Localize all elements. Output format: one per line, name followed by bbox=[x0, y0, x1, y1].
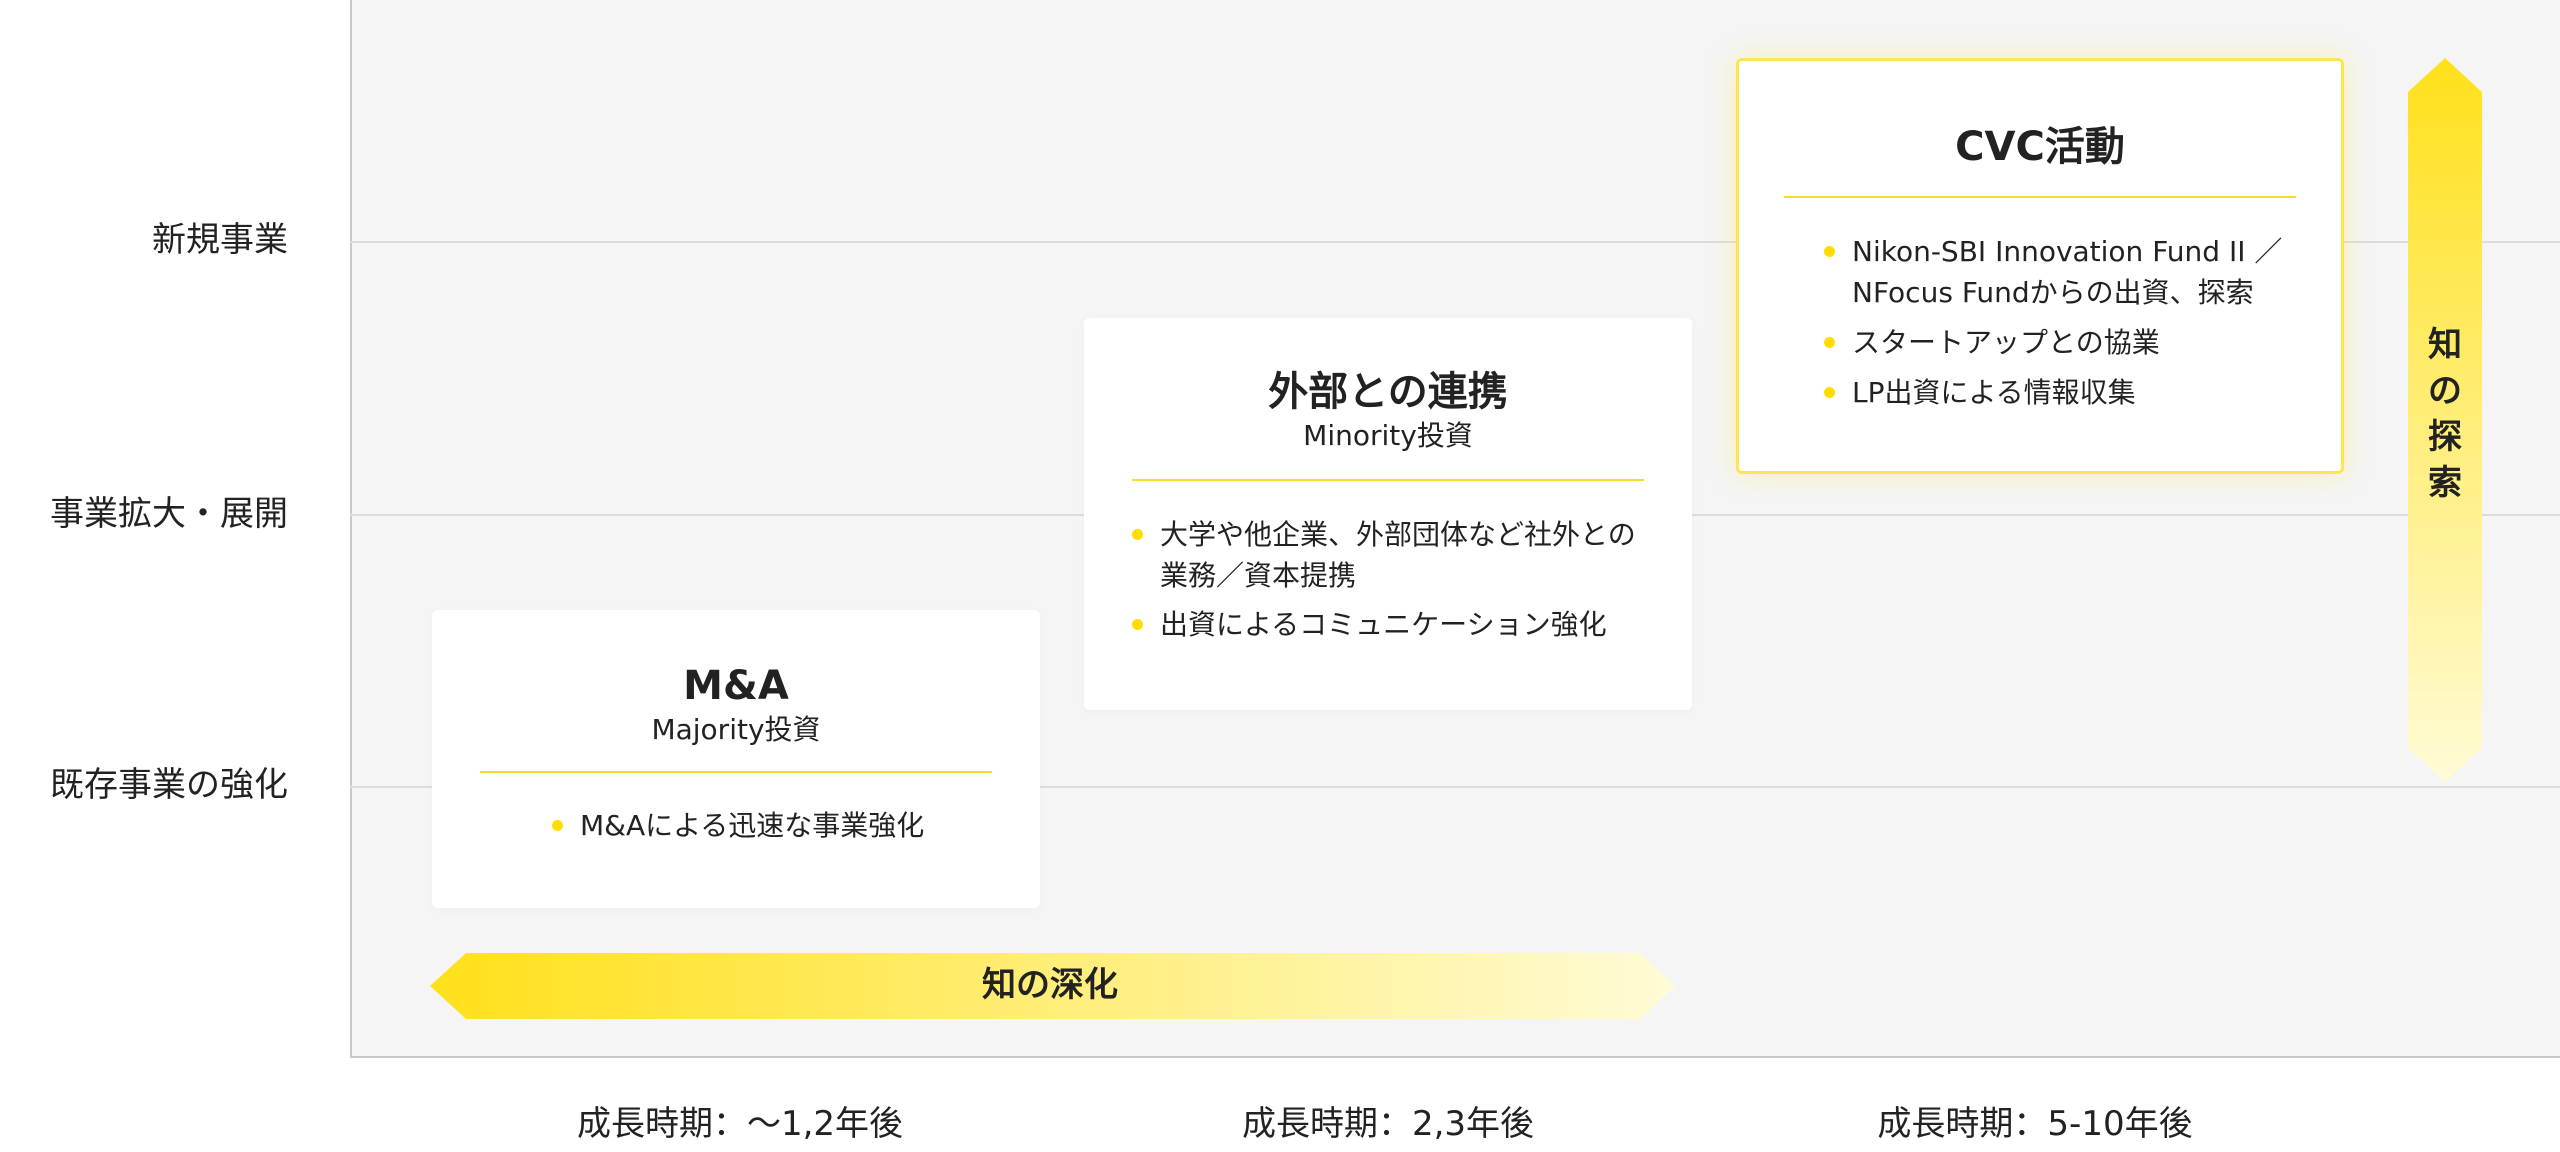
bullet-dot-icon bbox=[1824, 246, 1835, 257]
card-ma-subtitle: Majority投資 bbox=[651, 713, 821, 746]
card-partnership-subtitle: Minority投資 bbox=[1303, 419, 1473, 452]
card-cvc: CVC活動 Nikon-SBI Innovation Fund II ／ NFo… bbox=[1736, 58, 2344, 474]
list-item: M&Aによる迅速な事業強化 bbox=[552, 805, 924, 846]
x-label-period-2: 成長時期：2,3年後 bbox=[1241, 1104, 1535, 1144]
list-item: LP出資による情報収集 bbox=[1824, 372, 2282, 413]
card-ma: M&A Majority投資 M&Aによる迅速な事業強化 bbox=[432, 610, 1040, 908]
x-label-period-1: 成長時期：〜1,2年後 bbox=[576, 1104, 904, 1144]
card-cvc-title: CVC活動 bbox=[1955, 124, 2125, 170]
exploration-char-2: の bbox=[2428, 371, 2462, 411]
list-item: 大学や他企業、外部団体など社外との bbox=[1132, 514, 1636, 555]
card-partnership-list: 大学や他企業、外部団体など社外との 業務／資本提携 出資によるコミュニケーション… bbox=[1132, 514, 1636, 645]
y-label-existing: 既存事業の強化 bbox=[50, 765, 288, 805]
card-cvc-list: Nikon-SBI Innovation Fund II ／ NFocus Fu… bbox=[1824, 231, 2282, 413]
card-ma-divider bbox=[480, 771, 992, 773]
bullet-dot-icon bbox=[552, 820, 563, 831]
bullet-dot-icon bbox=[1824, 387, 1835, 398]
deepening-label: 知の深化 bbox=[982, 965, 1118, 1005]
exploration-char-4: 索 bbox=[2428, 463, 2462, 503]
bullet-dot-icon bbox=[1132, 619, 1143, 630]
y-label-new-business: 新規事業 bbox=[152, 220, 288, 260]
list-item-continuation: 業務／資本提携 bbox=[1160, 559, 1357, 592]
list-item: 出資によるコミュニケーション強化 bbox=[1132, 604, 1636, 645]
bullet-dot-icon bbox=[1824, 337, 1835, 348]
bullet-dot-icon bbox=[1132, 529, 1143, 540]
x-label-period-3: 成長時期：5-10年後 bbox=[1877, 1104, 2193, 1144]
exploration-char-1: 知 bbox=[2428, 325, 2462, 365]
exploration-char-3: 探 bbox=[2428, 417, 2462, 457]
card-ma-list: M&Aによる迅速な事業強化 bbox=[552, 805, 924, 846]
list-item: スタートアップとの協業 bbox=[1824, 322, 2282, 363]
card-cvc-divider bbox=[1784, 196, 2296, 198]
list-item-continuation: NFocus Fundからの出資、探索 bbox=[1852, 276, 2254, 309]
card-partnership-divider bbox=[1132, 479, 1644, 481]
card-partnership: 外部との連携 Minority投資 大学や他企業、外部団体など社外との 業務／資… bbox=[1084, 318, 1692, 710]
list-item: Nikon-SBI Innovation Fund II ／ bbox=[1824, 231, 2282, 272]
exploration-label: 知 の 探 索 bbox=[2405, 322, 2485, 506]
y-label-expansion: 事業拡大・展開 bbox=[50, 494, 288, 534]
card-partnership-title: 外部との連携 bbox=[1268, 369, 1508, 415]
card-ma-title: M&A bbox=[683, 663, 789, 709]
